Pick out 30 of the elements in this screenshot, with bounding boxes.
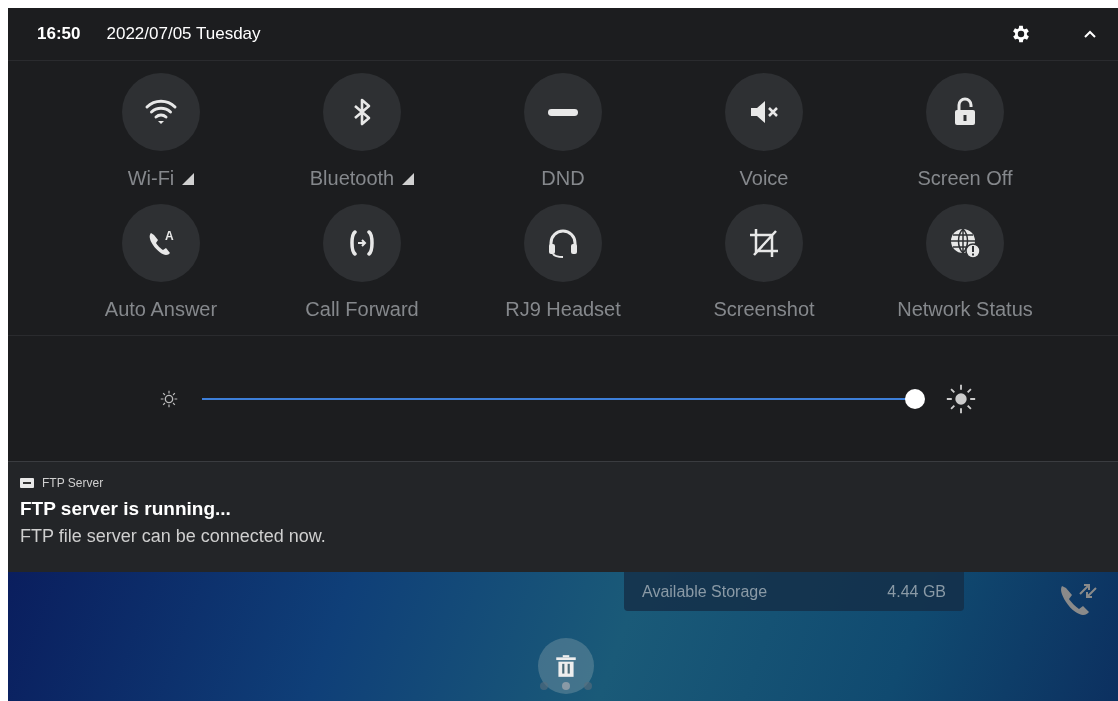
notification-title: FTP server is running... (20, 498, 232, 520)
clear-all-button[interactable] (538, 638, 594, 694)
tile-label: Bluetooth (309, 167, 395, 190)
notification-text: FTP file server can be connected now. (20, 526, 327, 547)
ftp-app-icon (20, 478, 34, 488)
tile-label: Voice (739, 167, 789, 190)
minus-icon (548, 108, 578, 116)
tile-label: RJ9 Headset (505, 298, 621, 321)
storage-label: Available Storage (642, 582, 768, 601)
settings-icon[interactable] (1010, 23, 1032, 45)
page-indicator-dot[interactable] (584, 682, 592, 690)
notification-card[interactable]: FTP Server FTP server is running... FTP file server can be connected now. (8, 461, 1118, 572)
tile-label: Network Status (897, 298, 1033, 321)
clock-time: 16:50 (37, 24, 81, 44)
storage-value: 4.44 GB (887, 582, 946, 601)
tile-label: Auto Answer (104, 298, 218, 321)
slider-thumb[interactable] (904, 388, 925, 409)
dropdown-triangle-icon[interactable] (182, 173, 195, 185)
tile-label: Screen Off (917, 167, 1013, 190)
notification-app-name: FTP Server (42, 476, 104, 490)
quick-tile-button[interactable]: A (122, 204, 200, 282)
tile-label: Screenshot (713, 298, 815, 321)
page-indicator-dot[interactable] (562, 682, 570, 690)
tile-label: DND (541, 167, 585, 190)
dropdown-triangle-icon[interactable] (402, 173, 415, 185)
tile-label: Wi-Fi (127, 167, 175, 190)
trash-icon (553, 653, 579, 679)
tile-label: Call Forward (305, 298, 419, 321)
date-text: 2022/07/05 Tuesday (106, 24, 261, 44)
page-indicator-dot[interactable] (540, 682, 548, 690)
